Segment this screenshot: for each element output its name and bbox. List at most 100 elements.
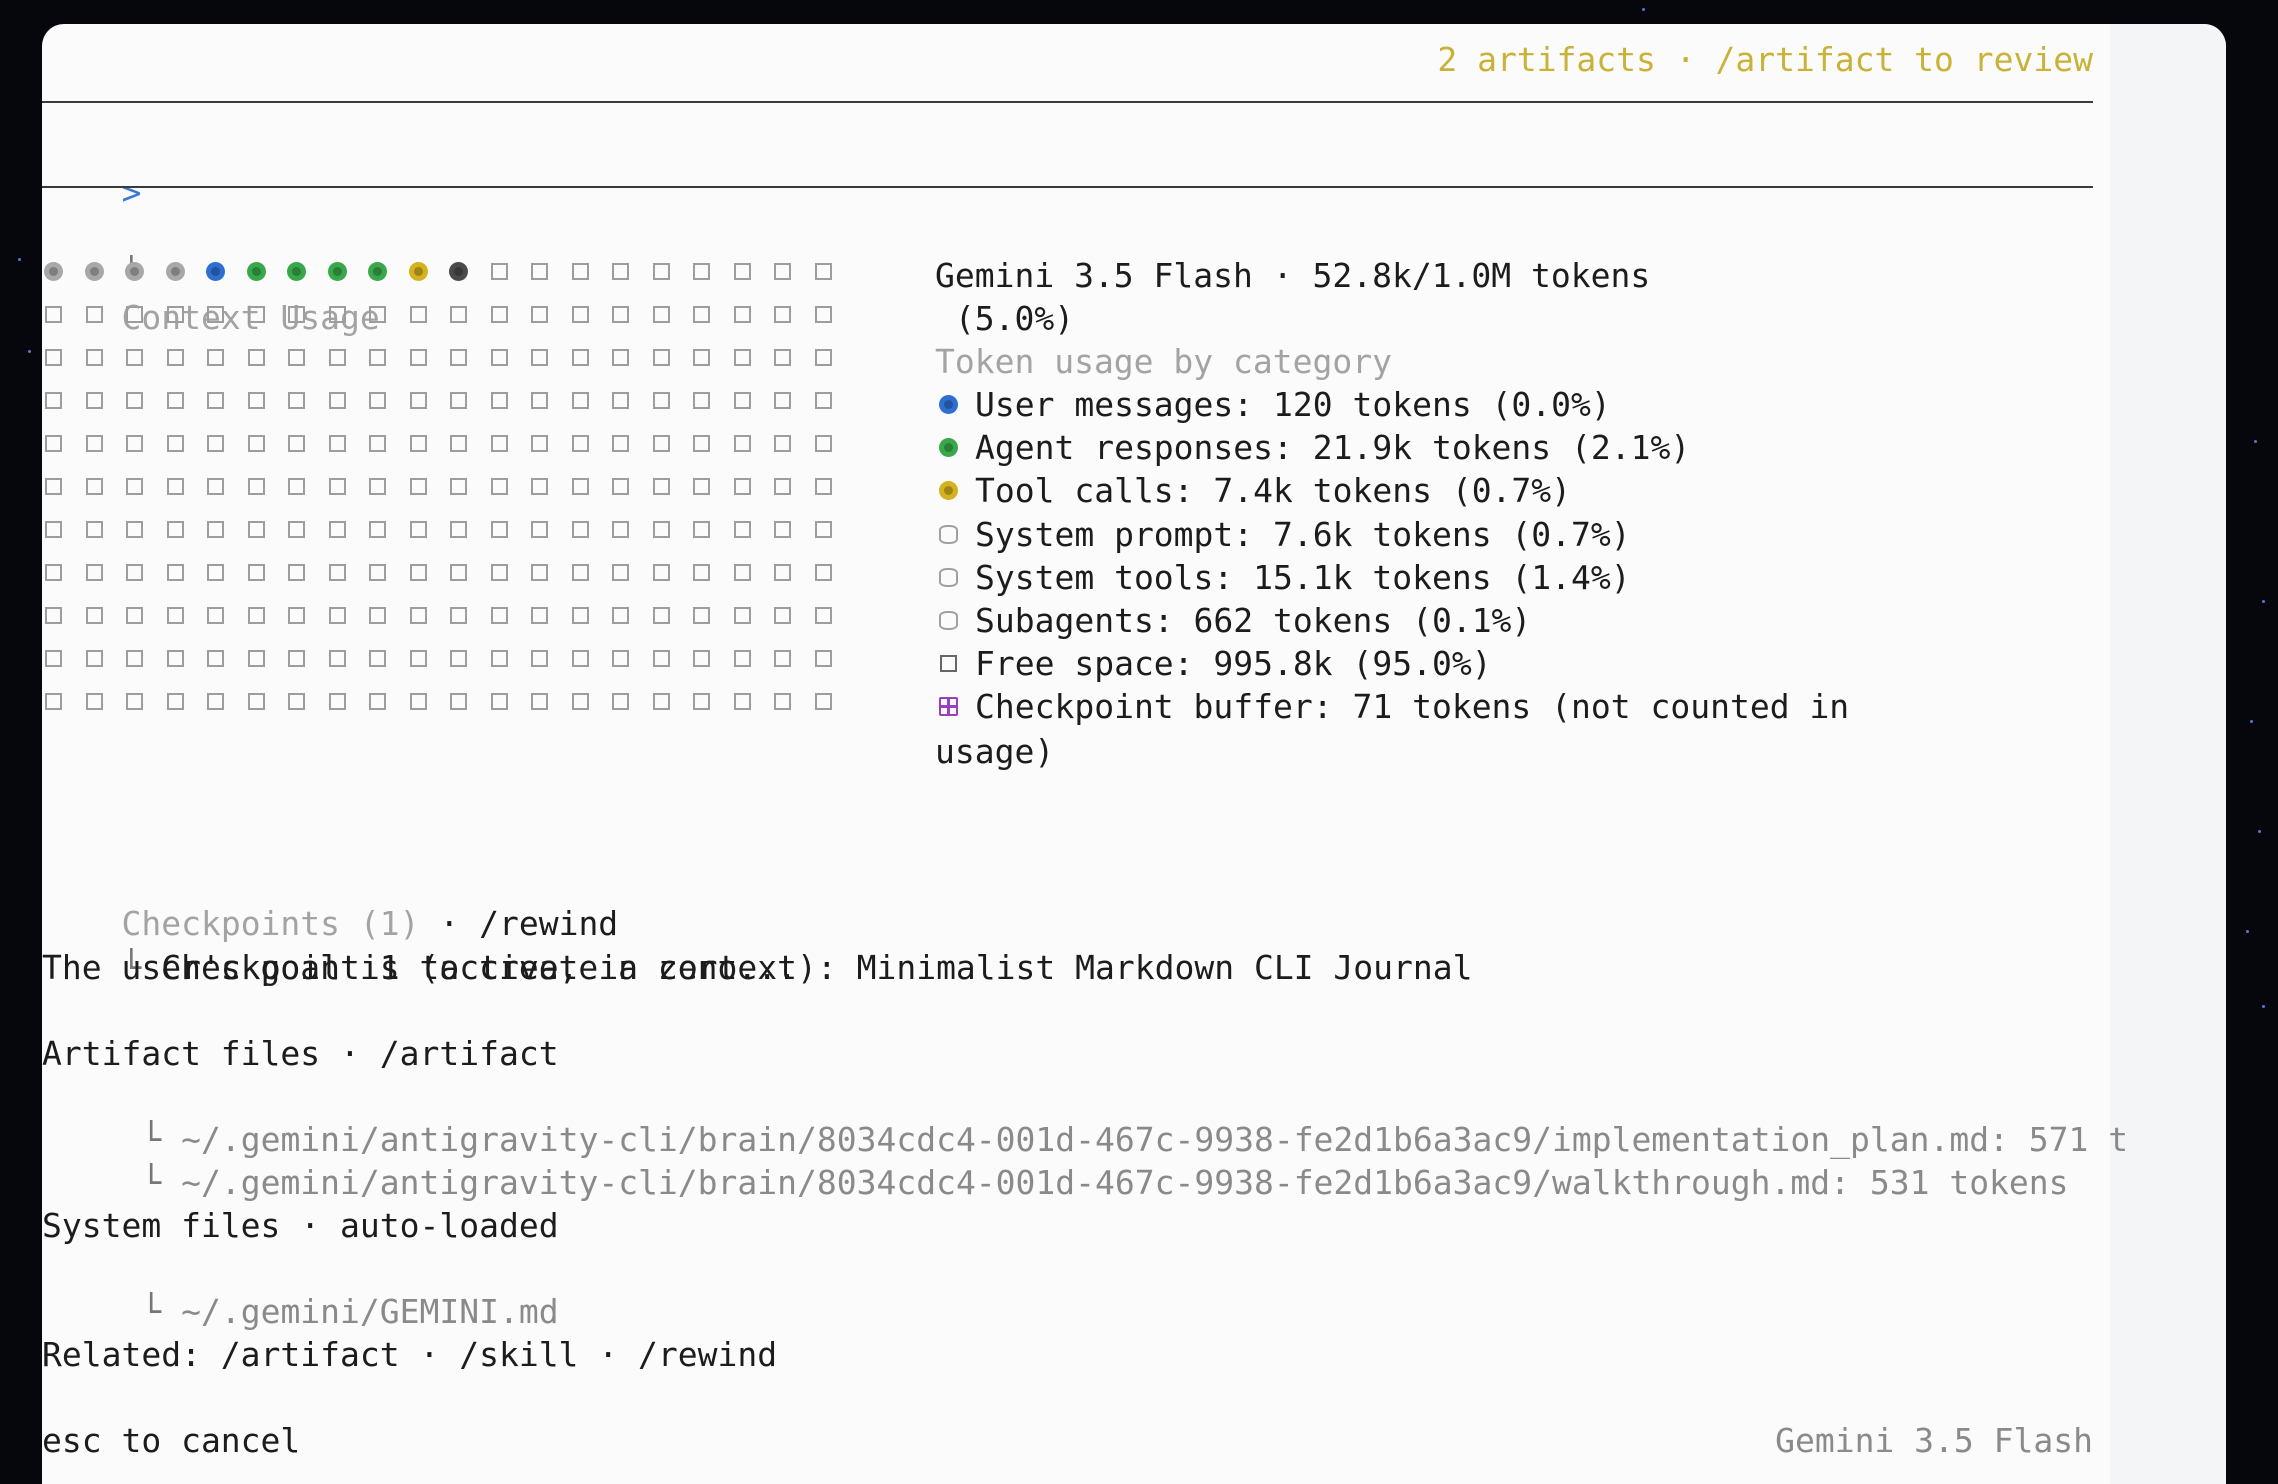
usage-cell-free <box>531 607 548 624</box>
background-star <box>18 258 21 261</box>
usage-cell-free <box>248 349 265 366</box>
usage-cell-free <box>167 607 184 624</box>
category-dot-icon <box>939 395 958 414</box>
usage-cell-free <box>126 435 143 452</box>
usage-cell-free <box>126 650 143 667</box>
usage-cell-free <box>653 392 670 409</box>
usage-cell-free <box>612 392 629 409</box>
usage-cell-free <box>86 693 103 710</box>
usage-cell-free <box>45 521 62 538</box>
usage-cell-free <box>410 392 427 409</box>
token-category-item: Subagents: 662 tokens (0.1%) <box>935 599 1531 642</box>
usage-cell-free <box>815 478 832 495</box>
usage-cell-free <box>531 521 548 538</box>
usage-cell-free <box>734 693 751 710</box>
usage-cell-free <box>572 607 589 624</box>
usage-cell-free <box>329 607 346 624</box>
usage-cell-free <box>288 392 305 409</box>
usage-cell-free <box>693 392 710 409</box>
usage-cell-free <box>491 263 508 280</box>
usage-cell-free <box>167 650 184 667</box>
usage-cell-free <box>572 435 589 452</box>
usage-cell-free <box>167 306 184 323</box>
usage-cell-free <box>410 435 427 452</box>
usage-cell-free <box>45 478 62 495</box>
usage-cell-free <box>369 693 386 710</box>
background-star <box>28 350 31 353</box>
cancel-hint: esc to cancel <box>42 1421 301 1460</box>
usage-cell-free <box>167 564 184 581</box>
usage-cell-free <box>612 564 629 581</box>
usage-cell-free <box>126 349 143 366</box>
usage-cell-free <box>815 521 832 538</box>
usage-cell-free <box>369 521 386 538</box>
usage-cell-free <box>207 693 224 710</box>
usage-cell-free <box>86 521 103 538</box>
usage-cell-free <box>612 435 629 452</box>
usage-cell-free <box>207 564 224 581</box>
usage-cell-free <box>45 306 62 323</box>
usage-cell-free <box>491 306 508 323</box>
usage-cell-free <box>126 564 143 581</box>
prompt-caret-icon: > <box>121 173 142 212</box>
usage-cell-free <box>86 650 103 667</box>
usage-cell-free <box>288 435 305 452</box>
usage-cell-free <box>450 521 467 538</box>
usage-cell-free <box>491 607 508 624</box>
usage-cell-free <box>774 521 791 538</box>
usage-cell-free <box>450 650 467 667</box>
usage-cell-free <box>693 693 710 710</box>
checkpoint-summary: The user's goal is to create a zero... <box>42 948 797 987</box>
usage-cell-free <box>248 435 265 452</box>
artifact-banner[interactable]: 2 artifacts · /artifact to review <box>1422 38 2093 81</box>
usage-cell-free <box>653 478 670 495</box>
usage-cell-free <box>329 306 346 323</box>
usage-cell-user <box>206 262 225 281</box>
category-dot-icon <box>939 438 958 457</box>
usage-cell-free <box>774 650 791 667</box>
usage-cell-free <box>126 693 143 710</box>
scrollbar-track[interactable] <box>2110 24 2226 1484</box>
usage-cell-free <box>653 564 670 581</box>
usage-cell-free <box>288 693 305 710</box>
usage-cell-free <box>410 650 427 667</box>
usage-cell-free <box>612 521 629 538</box>
token-category-label: Checkpoint buffer: 71 tokens (not counte… <box>975 687 1850 726</box>
usage-cell-free <box>815 650 832 667</box>
usage-cell-free <box>410 521 427 538</box>
usage-cell-free <box>815 349 832 366</box>
system-files-heading: System files · auto-loaded <box>42 1206 559 1245</box>
usage-cell-system <box>166 262 185 281</box>
usage-cell-free <box>612 349 629 366</box>
usage-cell-free <box>774 564 791 581</box>
background-star <box>1642 8 1645 11</box>
usage-cell-free <box>329 478 346 495</box>
footer-model-name: Gemini 3.5 Flash <box>1775 1421 2093 1460</box>
usage-cell-free <box>450 349 467 366</box>
usage-cell-free <box>329 392 346 409</box>
checkpoint-buffer-icon <box>939 697 958 716</box>
usage-cell-free <box>329 349 346 366</box>
usage-cell-free <box>774 478 791 495</box>
usage-cell-free <box>653 435 670 452</box>
usage-cell-free <box>734 435 751 452</box>
usage-cell-free <box>167 521 184 538</box>
usage-cell-free <box>693 349 710 366</box>
usage-cell-free <box>207 435 224 452</box>
usage-cell-free <box>612 607 629 624</box>
usage-cell-free <box>491 392 508 409</box>
usage-cell-free <box>815 607 832 624</box>
usage-cell-free <box>774 693 791 710</box>
usage-cell-free <box>531 392 548 409</box>
usage-cell-free <box>653 306 670 323</box>
token-category-label: User messages: 120 tokens (0.0%) <box>975 385 1611 424</box>
input-bottom-divider <box>42 186 2093 188</box>
usage-cell-free <box>693 435 710 452</box>
usage-cell-free <box>410 306 427 323</box>
free-space-icon <box>940 655 957 672</box>
usage-cell-free <box>126 306 143 323</box>
usage-cell-free <box>329 521 346 538</box>
usage-cell-free <box>288 349 305 366</box>
background-star <box>2258 830 2261 833</box>
usage-cell-free <box>329 650 346 667</box>
